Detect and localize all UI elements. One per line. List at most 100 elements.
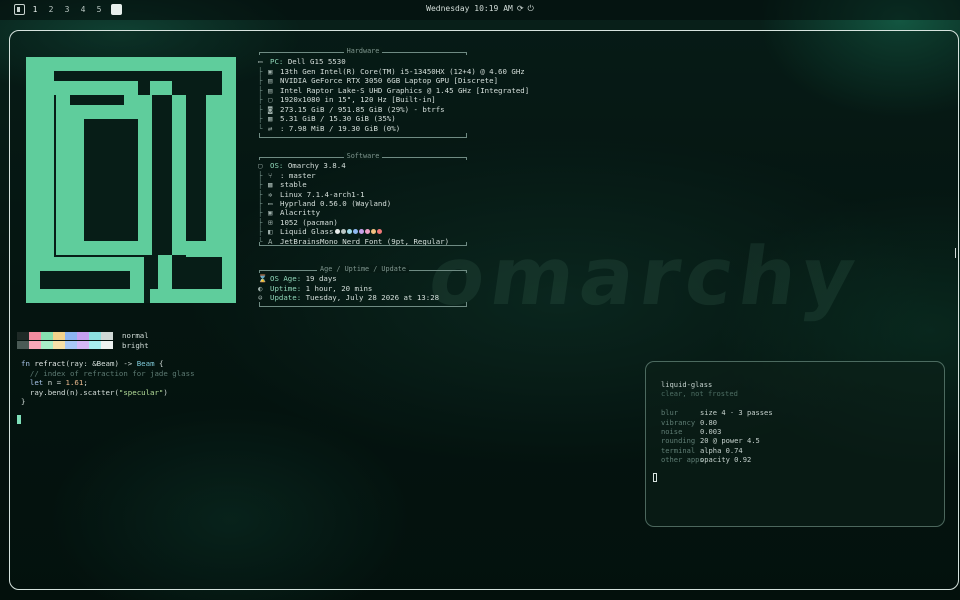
code-line-1: fn refract(ray: &Beam) -> Beam { bbox=[21, 359, 163, 368]
hw-value: NVIDIA GeForce RTX 3050 6GB Laptop GPU [… bbox=[280, 76, 499, 85]
hw-row-display: ├ ▢ 1920x1080 in 15", 120 Hz [Built-in] bbox=[258, 95, 436, 105]
code-text: ; bbox=[83, 378, 88, 387]
palette-swatch bbox=[89, 341, 101, 349]
tree-glyph: ├ bbox=[258, 208, 263, 217]
panel-setting-rounding: rounding 20 @ power 4.5 bbox=[661, 436, 760, 445]
code-line-4: ray.bend(n).scatter("specular") bbox=[21, 388, 168, 397]
setting-key: terminal bbox=[661, 446, 696, 455]
code-number: 1.61 bbox=[65, 378, 84, 387]
age-key: Uptime: bbox=[270, 284, 302, 293]
sw-value: Liquid Glass bbox=[280, 227, 334, 236]
hw-row-pc: ▭ PC: Dell G15 5530 bbox=[258, 57, 346, 67]
age-value: 1 hour, 20 mins bbox=[305, 284, 373, 293]
channel-icon: ▩ bbox=[268, 180, 273, 189]
power-icon[interactable]: ⏻ bbox=[528, 4, 534, 13]
panel-setting-noise: noise 0.003 bbox=[661, 427, 721, 436]
hw-value: 5.31 GiB / 15.30 GiB (35%) bbox=[280, 114, 396, 123]
palette-swatch bbox=[89, 332, 101, 340]
hw-value: 273.15 GiB / 951.85 GiB (29%) - btrfs bbox=[280, 105, 445, 114]
palette-swatch bbox=[17, 332, 29, 340]
setting-value: opacity 0.92 bbox=[700, 455, 752, 464]
hw-value: : 7.98 MiB / 19.30 GiB (0%) bbox=[280, 124, 401, 133]
display-icon: ▢ bbox=[268, 95, 273, 104]
panel-setting-vibrancy: vibrancy 0.80 bbox=[661, 418, 717, 427]
theme-dot bbox=[341, 229, 347, 234]
setting-value: 20 @ power 4.5 bbox=[700, 436, 760, 445]
os-icon: ▢ bbox=[258, 161, 263, 170]
tree-glyph: ├ bbox=[258, 95, 263, 104]
code-type: Beam bbox=[136, 359, 155, 368]
hardware-section-bottom bbox=[259, 133, 467, 138]
panel-setting-blur: blur size 4 · 3 passes bbox=[661, 408, 773, 417]
age-section-title: Age / Uptime / Update bbox=[317, 265, 409, 273]
code-line-3: let n = 1.61; bbox=[21, 378, 88, 387]
refresh-icon[interactable]: ⟳ bbox=[517, 4, 524, 13]
code-args: (ray: &Beam) -> bbox=[65, 359, 137, 368]
hw-row-memory: ├ ▦ 5.31 GiB / 15.30 GiB (35%) bbox=[258, 114, 396, 124]
clock[interactable]: Wednesday 10:19 AM ⟳ ⏻ bbox=[0, 4, 960, 14]
palette-swatch bbox=[29, 341, 41, 349]
code-keyword: fn bbox=[21, 359, 30, 368]
software-section-bottom bbox=[259, 242, 467, 246]
code-brace: { bbox=[154, 359, 164, 368]
terminal-cursor[interactable] bbox=[17, 415, 21, 424]
sw-row-theme: ├ ◧ Liquid Glass bbox=[258, 227, 383, 237]
top-bar: 1 2 3 4 5 Wednesday 10:19 AM ⟳ ⏻ bbox=[0, 0, 960, 20]
wallpaper-watermark: omarchy bbox=[423, 230, 867, 323]
sw-value: 1052 (pacman) bbox=[280, 218, 338, 227]
code-text: n = bbox=[43, 378, 66, 387]
hw-value: Dell G15 5530 bbox=[287, 57, 346, 66]
sw-value: Alacritty bbox=[280, 208, 321, 217]
tree-glyph: ├ bbox=[258, 114, 263, 123]
theme-dot bbox=[365, 229, 371, 234]
setting-value: 0.003 bbox=[700, 427, 722, 436]
desktop: 1 2 3 4 5 Wednesday 10:19 AM⟳⏻ omarchy bbox=[0, 0, 960, 600]
hw-value: Intel Raptor Lake-S UHD Graphics @ 1.45 … bbox=[280, 86, 530, 95]
hourglass-icon: ⌛ bbox=[258, 274, 268, 283]
setting-key: vibrancy bbox=[661, 418, 696, 427]
theme-icon: ◧ bbox=[268, 227, 273, 236]
palette-swatch bbox=[41, 341, 53, 349]
setting-value: 0.80 bbox=[700, 418, 718, 427]
tree-glyph: ├ bbox=[258, 180, 263, 189]
laptop-icon: ▭ bbox=[258, 57, 263, 66]
hw-value: 1920x1080 in 15", 120 Hz [Built-in] bbox=[280, 95, 436, 104]
sw-value: Hyprland 0.56.0 (Wayland) bbox=[280, 199, 392, 208]
software-section-title: Software bbox=[343, 152, 383, 160]
sw-row-os: ▢ OS: Omarchy 3.8.4 bbox=[258, 161, 346, 171]
code-line-2: // index of refraction for jade glass bbox=[21, 369, 195, 378]
age-section-bottom bbox=[259, 302, 467, 307]
palette-swatch bbox=[29, 332, 41, 340]
panel-setting-terminal: terminal alpha 0.74 bbox=[661, 446, 743, 455]
code-text: ) bbox=[163, 388, 168, 397]
age-key: OS Age: bbox=[270, 274, 302, 283]
setting-key: other apps bbox=[661, 455, 704, 464]
age-key: Update: bbox=[270, 293, 302, 302]
code-keyword: let bbox=[21, 378, 44, 387]
hardware-section-title: Hardware bbox=[343, 47, 383, 55]
text-cursor-icon bbox=[955, 248, 960, 258]
sw-value: : master bbox=[280, 171, 316, 180]
palette-bright bbox=[17, 341, 113, 349]
setting-key: blur bbox=[661, 408, 679, 417]
age-value: Tuesday, July 28 2026 at 13:28 bbox=[305, 293, 440, 302]
palette-swatch bbox=[53, 341, 65, 349]
sw-value: stable bbox=[280, 180, 307, 189]
hw-row-gpu-discrete: ├ ▤ NVIDIA GeForce RTX 3050 6GB Laptop GPU… bbox=[258, 76, 498, 86]
palette-swatch bbox=[77, 341, 89, 349]
code-line-5: } bbox=[21, 397, 26, 406]
terminal-icon: ▣ bbox=[268, 208, 273, 217]
sw-row-channel: ├ ▩ stable bbox=[258, 180, 307, 190]
theme-dot bbox=[335, 229, 341, 234]
age-row-os-age: ⌛ OS Age: 19 days bbox=[258, 274, 337, 284]
panel-cursor[interactable] bbox=[653, 473, 657, 482]
setting-value: alpha 0.74 bbox=[700, 446, 743, 455]
setting-value: size 4 · 3 passes bbox=[700, 408, 773, 417]
liquid-glass-panel[interactable]: liquid-glass clear, not frosted blur size… bbox=[645, 361, 945, 527]
palette-normal-label: normal bbox=[122, 331, 149, 340]
theme-dot bbox=[371, 229, 377, 234]
hardware-section-frame: Hardware bbox=[259, 47, 467, 55]
hw-value: 13th Gen Intel(R) Core(TM) i5-13450HX (1… bbox=[280, 67, 525, 76]
memory-icon: ▦ bbox=[268, 114, 273, 123]
age-value: 19 days bbox=[305, 274, 337, 283]
